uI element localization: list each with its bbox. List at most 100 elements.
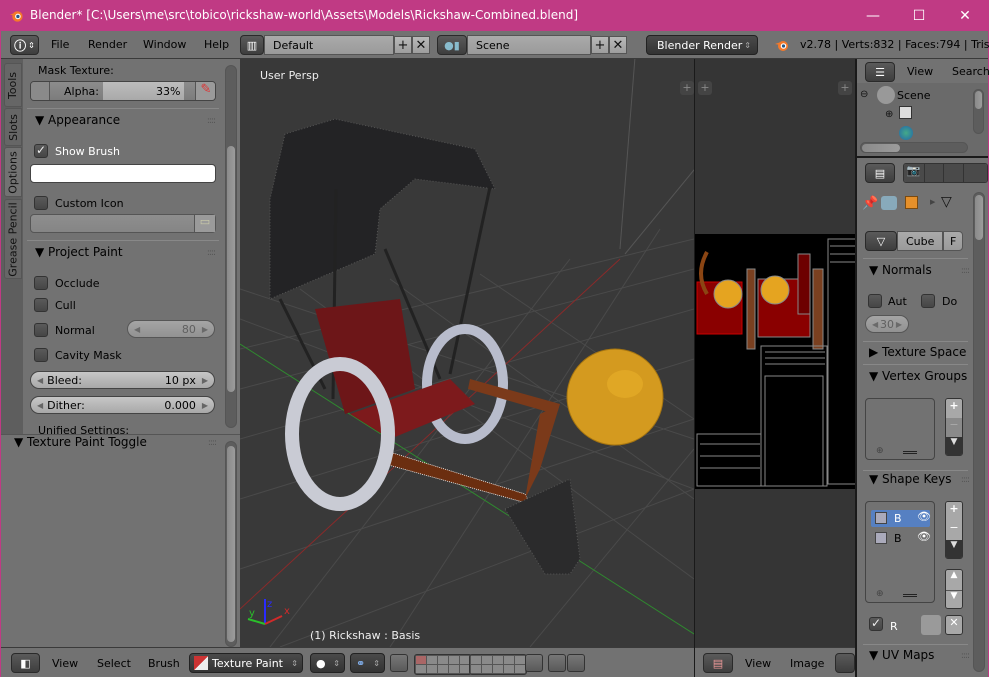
pivot-point-dropdown[interactable]: ⚭ ⇕ — [350, 653, 385, 673]
outliner-scene-label[interactable]: Scene — [897, 89, 931, 102]
brush-color-swatch[interactable] — [30, 164, 216, 183]
minimize-button[interactable]: — — [850, 0, 896, 31]
mask-toggle-icon[interactable] — [31, 82, 50, 100]
drag-grip-icon[interactable]: :::: — [207, 116, 216, 126]
fake-user-button[interactable]: F — [943, 231, 963, 251]
occlude-checkbox[interactable] — [34, 276, 48, 290]
scene-field[interactable]: Scene — [467, 35, 591, 55]
viewport-shading-dropdown[interactable]: ● ⇕ — [310, 653, 345, 673]
vertex-groups-panel-header[interactable]: ▼ Vertex Groups — [869, 369, 969, 383]
outliner-editor-type-button[interactable]: ☰ — [865, 62, 895, 82]
texture-space-panel-header[interactable]: ▶ Texture Space — [869, 345, 969, 359]
mode-dropdown[interactable]: Texture Paint ⇕ — [189, 653, 303, 673]
texture-paint-toggle-header[interactable]: ▼ Texture Paint Toggle :::: — [14, 435, 224, 453]
screen-layout-field[interactable]: Default — [264, 35, 394, 55]
maximize-button[interactable]: ☐ — [896, 0, 942, 31]
lock-camera-layers-toggle[interactable] — [525, 654, 543, 672]
image-browse-button[interactable] — [835, 653, 855, 673]
mesh-name-field[interactable]: Cube — [897, 231, 943, 251]
menu-window[interactable]: Window — [143, 38, 186, 51]
menu-image[interactable]: Image — [790, 657, 824, 670]
outliner-hscroll[interactable] — [860, 142, 968, 153]
normal-checkbox[interactable] — [34, 323, 48, 337]
menu-brush[interactable]: Brush — [148, 657, 180, 670]
remove-shape-key-button[interactable]: − — [946, 521, 962, 540]
screen-layout-icon-button[interactable]: ▥ — [240, 35, 264, 55]
render-layers-icon[interactable] — [899, 106, 912, 119]
tab-options[interactable]: Options — [4, 147, 22, 197]
project-paint-panel-header[interactable]: ▼ Project Paint :::: — [35, 245, 221, 263]
double-sided-checkbox[interactable] — [921, 294, 935, 308]
cavity-mask-checkbox[interactable] — [34, 348, 48, 362]
tab-tools[interactable]: Tools — [4, 63, 22, 107]
editor-type-button[interactable]: ⓘ ⇕ — [10, 35, 39, 55]
toggle-properties-button[interactable]: + — [838, 81, 852, 95]
add-shape-key-button[interactable]: + — [946, 502, 962, 521]
menu-render[interactable]: Render — [88, 38, 127, 51]
expand-icon[interactable]: ⊕ — [885, 109, 893, 120]
move-down-button[interactable]: ▼ — [946, 590, 962, 608]
outliner-menu-view[interactable]: View — [907, 65, 933, 78]
mesh-browse-button[interactable]: ▽ — [865, 231, 897, 251]
auto-smooth-checkbox[interactable] — [868, 294, 882, 308]
tab-grease-pencil[interactable]: Grease Pencil — [4, 199, 22, 279]
resize-grip-icon[interactable] — [903, 451, 917, 454]
properties-scrollbar[interactable] — [973, 192, 985, 672]
shape-keys-panel-header[interactable]: ▼ Shape Keys :::: — [869, 472, 970, 486]
menu-view[interactable]: View — [745, 657, 771, 670]
clear-shape-key-button[interactable]: ✕ — [945, 615, 963, 635]
tab-render-layers[interactable] — [923, 164, 944, 182]
scrollbar-thumb[interactable] — [862, 144, 900, 152]
drag-grip-icon[interactable]: :::: — [208, 438, 217, 448]
vertex-group-specials-button[interactable]: ▼ — [946, 437, 962, 455]
render-engine-dropdown[interactable]: Blender Render ⇕ — [646, 35, 758, 55]
3d-viewport[interactable]: z y x User Persp (1) Rickshaw : Basis + — [240, 59, 694, 647]
normals-panel-header[interactable]: ▼ Normals :::: — [869, 263, 970, 277]
show-brush-checkbox[interactable] — [34, 144, 48, 158]
auto-smooth-angle-field[interactable]: ◀ 30 ▶ — [865, 315, 909, 333]
custom-icon-path-field[interactable]: ▭ — [30, 214, 216, 233]
brush-icon[interactable]: ✎ — [195, 82, 215, 100]
opengl-render-button[interactable] — [548, 654, 566, 672]
cull-checkbox[interactable] — [34, 298, 48, 312]
collapse-icon[interactable]: ⊖ — [860, 89, 868, 100]
pin-icon[interactable]: 📌 — [862, 196, 878, 211]
mask-alpha-slider[interactable]: Alpha: 33% ✎ — [30, 81, 216, 101]
scrollbar-thumb[interactable] — [227, 146, 235, 392]
menu-select[interactable]: Select — [97, 657, 131, 670]
opengl-animation-button[interactable] — [567, 654, 585, 672]
resize-grip-icon[interactable] — [903, 594, 917, 597]
shape-key-item[interactable]: B 👁 — [871, 530, 931, 547]
scrollbar-thumb[interactable] — [975, 195, 983, 240]
menu-view[interactable]: View — [52, 657, 78, 670]
add-scene-button[interactable]: + — [591, 36, 609, 54]
outliner-menu-search[interactable]: Search — [952, 65, 989, 78]
world-icon[interactable] — [899, 126, 913, 140]
outliner-vscroll[interactable] — [973, 89, 984, 134]
appearance-panel-header[interactable]: ▼ Appearance :::: — [35, 113, 221, 131]
delete-layout-button[interactable]: ✕ — [412, 36, 430, 54]
face-mask-toggle[interactable] — [390, 654, 408, 672]
bleed-field[interactable]: ◀ Bleed: 10 px ▶ — [30, 371, 215, 389]
add-filter-icon[interactable]: ⊕ — [876, 446, 884, 456]
close-button[interactable]: ✕ — [942, 0, 988, 31]
scene-layers-group1[interactable] — [414, 654, 472, 675]
properties-editor-type-button[interactable]: ▤ — [865, 163, 895, 183]
image-editor-type-button[interactable]: ▤ — [703, 653, 733, 673]
add-layout-button[interactable]: + — [394, 36, 412, 54]
scene-layers-group2[interactable] — [469, 654, 527, 675]
toggle-tools-button[interactable]: + — [698, 81, 712, 95]
normal-angle-field[interactable]: ◀ 80 ▶ — [127, 320, 215, 338]
delete-scene-button[interactable]: ✕ — [609, 36, 627, 54]
uv-maps-panel-header[interactable]: ▼ UV Maps :::: — [869, 648, 970, 662]
shape-key-specials-button[interactable]: ▼ — [946, 540, 962, 558]
drag-grip-icon[interactable]: :::: — [961, 651, 970, 661]
toggle-region-scrollbar[interactable] — [225, 441, 237, 647]
scene-icon-button[interactable]: ●▮ — [437, 35, 467, 55]
menu-file[interactable]: File — [51, 38, 69, 51]
menu-help[interactable]: Help — [204, 38, 229, 51]
toggle-properties-region-button[interactable]: + — [680, 81, 694, 95]
tab-scene[interactable] — [943, 164, 963, 182]
tab-world[interactable] — [962, 164, 987, 182]
scrollbar-thumb[interactable] — [975, 91, 982, 109]
